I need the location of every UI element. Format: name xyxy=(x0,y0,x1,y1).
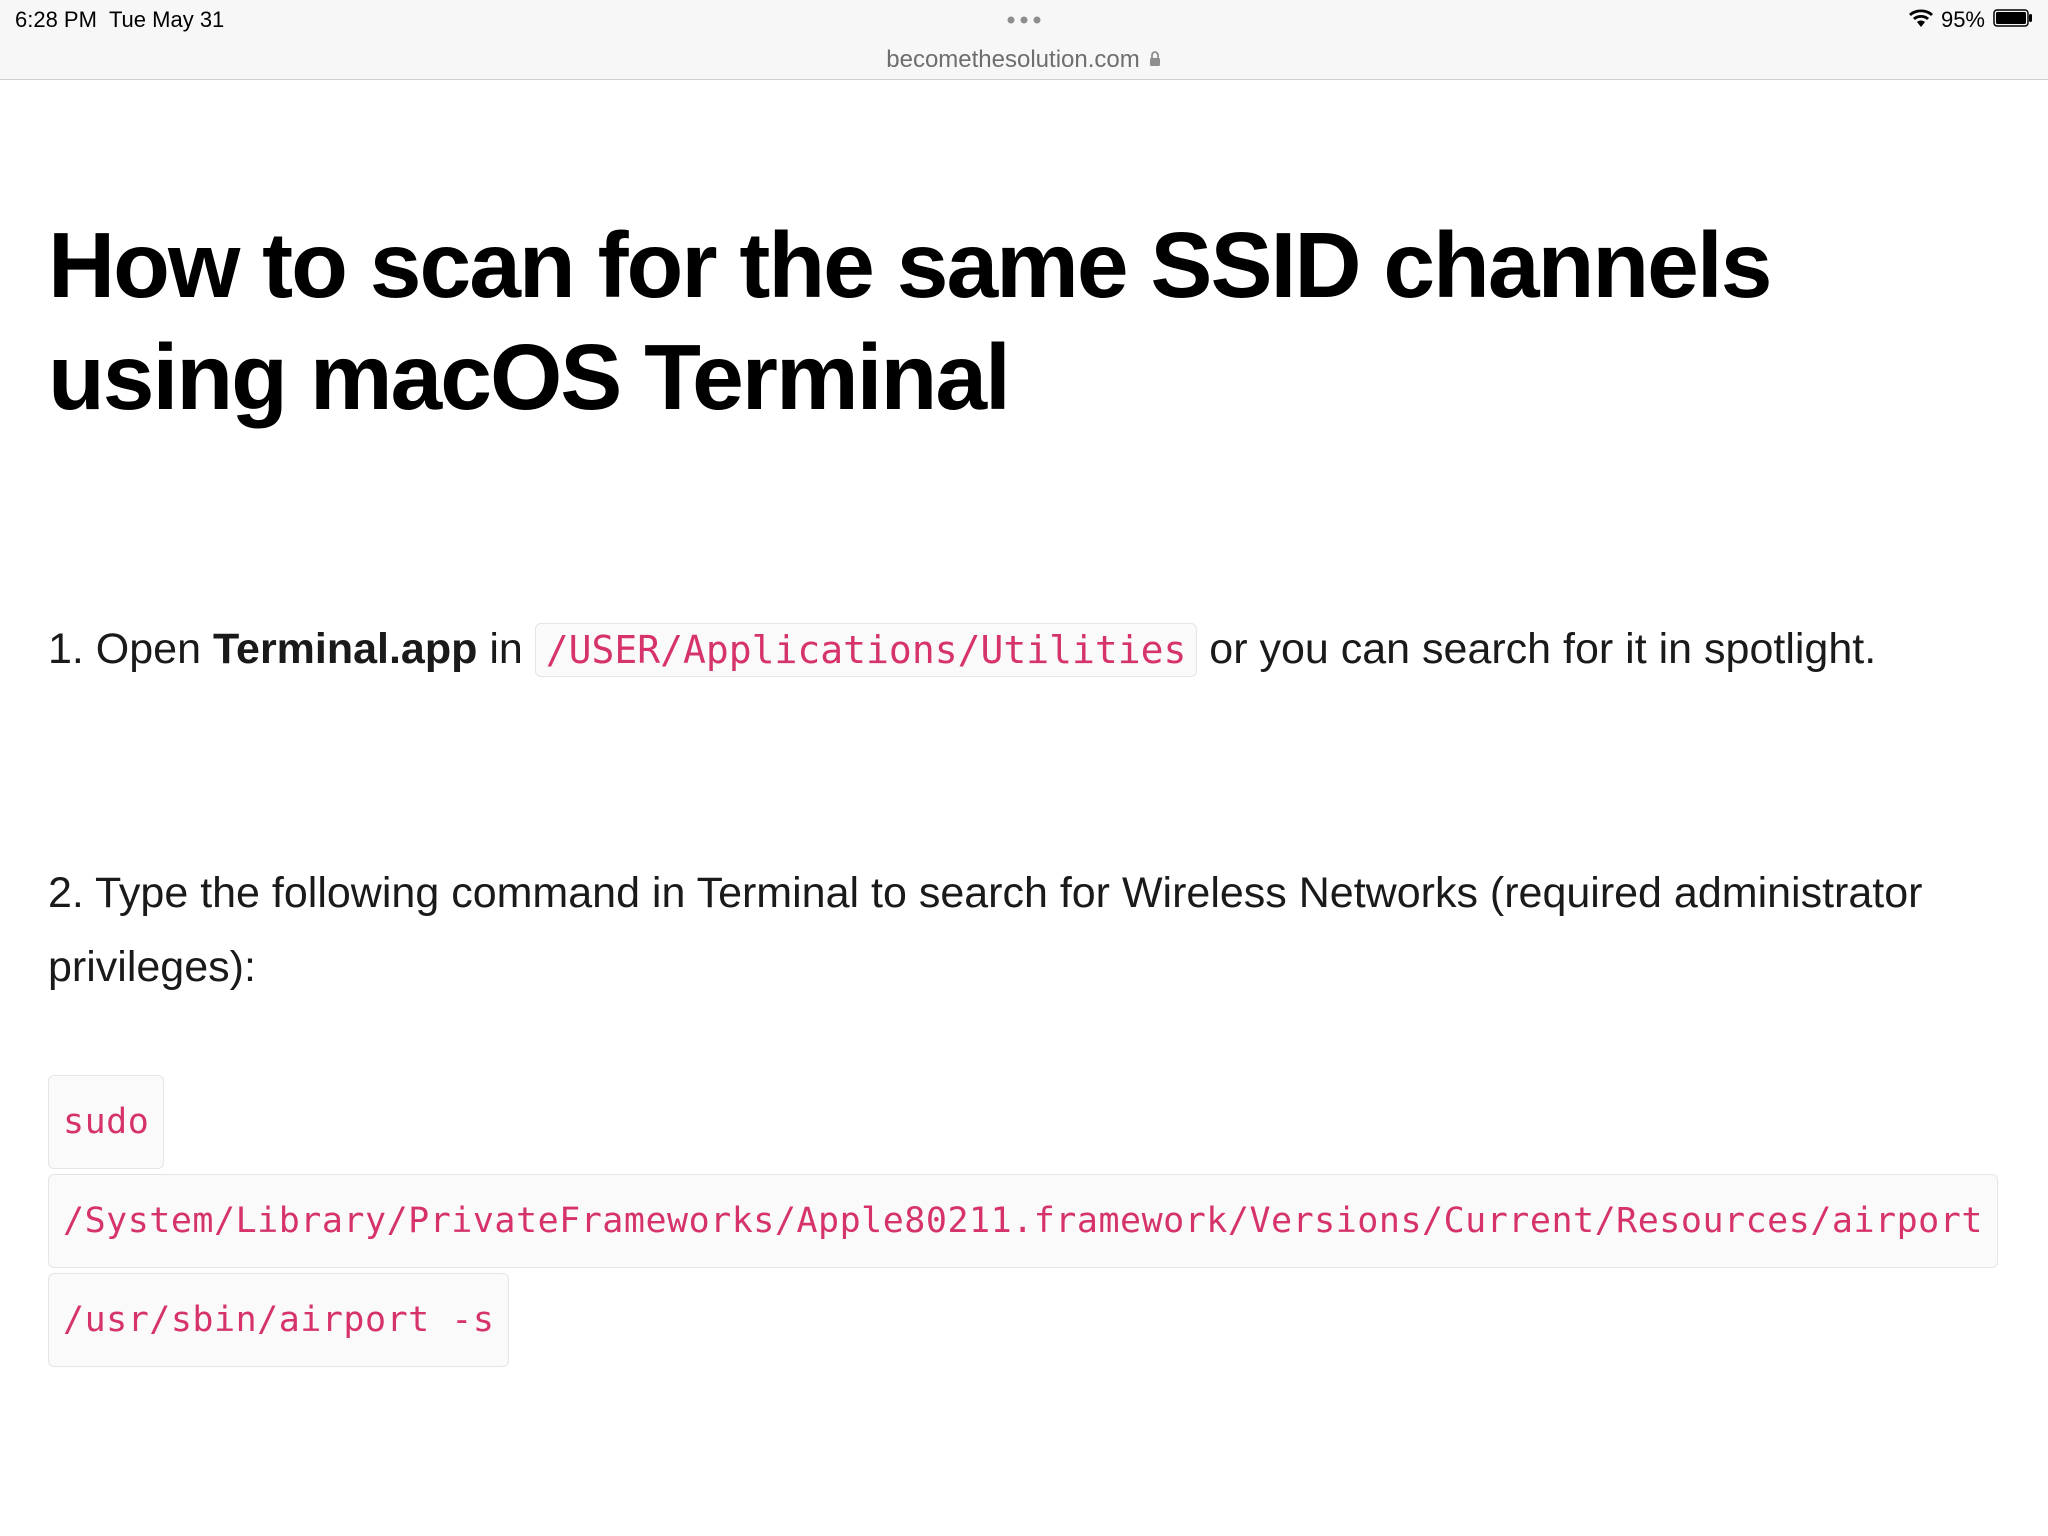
code-line-3: /usr/sbin/airport -s xyxy=(48,1273,509,1367)
browser-url-bar[interactable]: becomethesolution.com xyxy=(0,40,2048,80)
battery-percentage: 95% xyxy=(1941,7,1985,33)
lock-icon xyxy=(1148,46,1162,74)
step-1: 1. Open Terminal.app in /USER/Applicatio… xyxy=(48,613,2000,687)
status-date: Tue May 31 xyxy=(109,7,224,33)
wifi-icon xyxy=(1909,7,1933,33)
status-bar: 6:28 PM Tue May 31 95% xyxy=(0,0,2048,40)
tabs-indicator[interactable] xyxy=(1008,17,1041,24)
step-2: 2. Type the following command in Termina… xyxy=(48,857,2000,1005)
status-time: 6:28 PM xyxy=(15,7,97,33)
code-block: sudo /System/Library/PrivateFrameworks/A… xyxy=(48,1075,2000,1367)
article-title: How to scan for the same SSID channels u… xyxy=(48,210,2000,433)
status-right: 95% xyxy=(1909,7,2033,33)
dot-icon xyxy=(1008,17,1015,24)
code-line-2: /System/Library/PrivateFrameworks/Apple8… xyxy=(48,1174,1998,1268)
status-left: 6:28 PM Tue May 31 xyxy=(15,7,224,33)
article-content: How to scan for the same SSID channels u… xyxy=(0,80,2048,1420)
code-line-1: sudo xyxy=(48,1075,164,1169)
step1-prefix: 1. Open xyxy=(48,625,213,673)
step1-path-code: /USER/Applications/Utilities xyxy=(535,623,1198,677)
step1-mid: in xyxy=(477,625,534,673)
dot-icon xyxy=(1034,17,1041,24)
step1-app-name: Terminal.app xyxy=(213,625,477,673)
dot-icon xyxy=(1021,17,1028,24)
url-text: becomethesolution.com xyxy=(886,46,1139,74)
battery-icon xyxy=(1993,7,2033,33)
step1-suffix: or you can search for it in spotlight. xyxy=(1197,625,1876,673)
